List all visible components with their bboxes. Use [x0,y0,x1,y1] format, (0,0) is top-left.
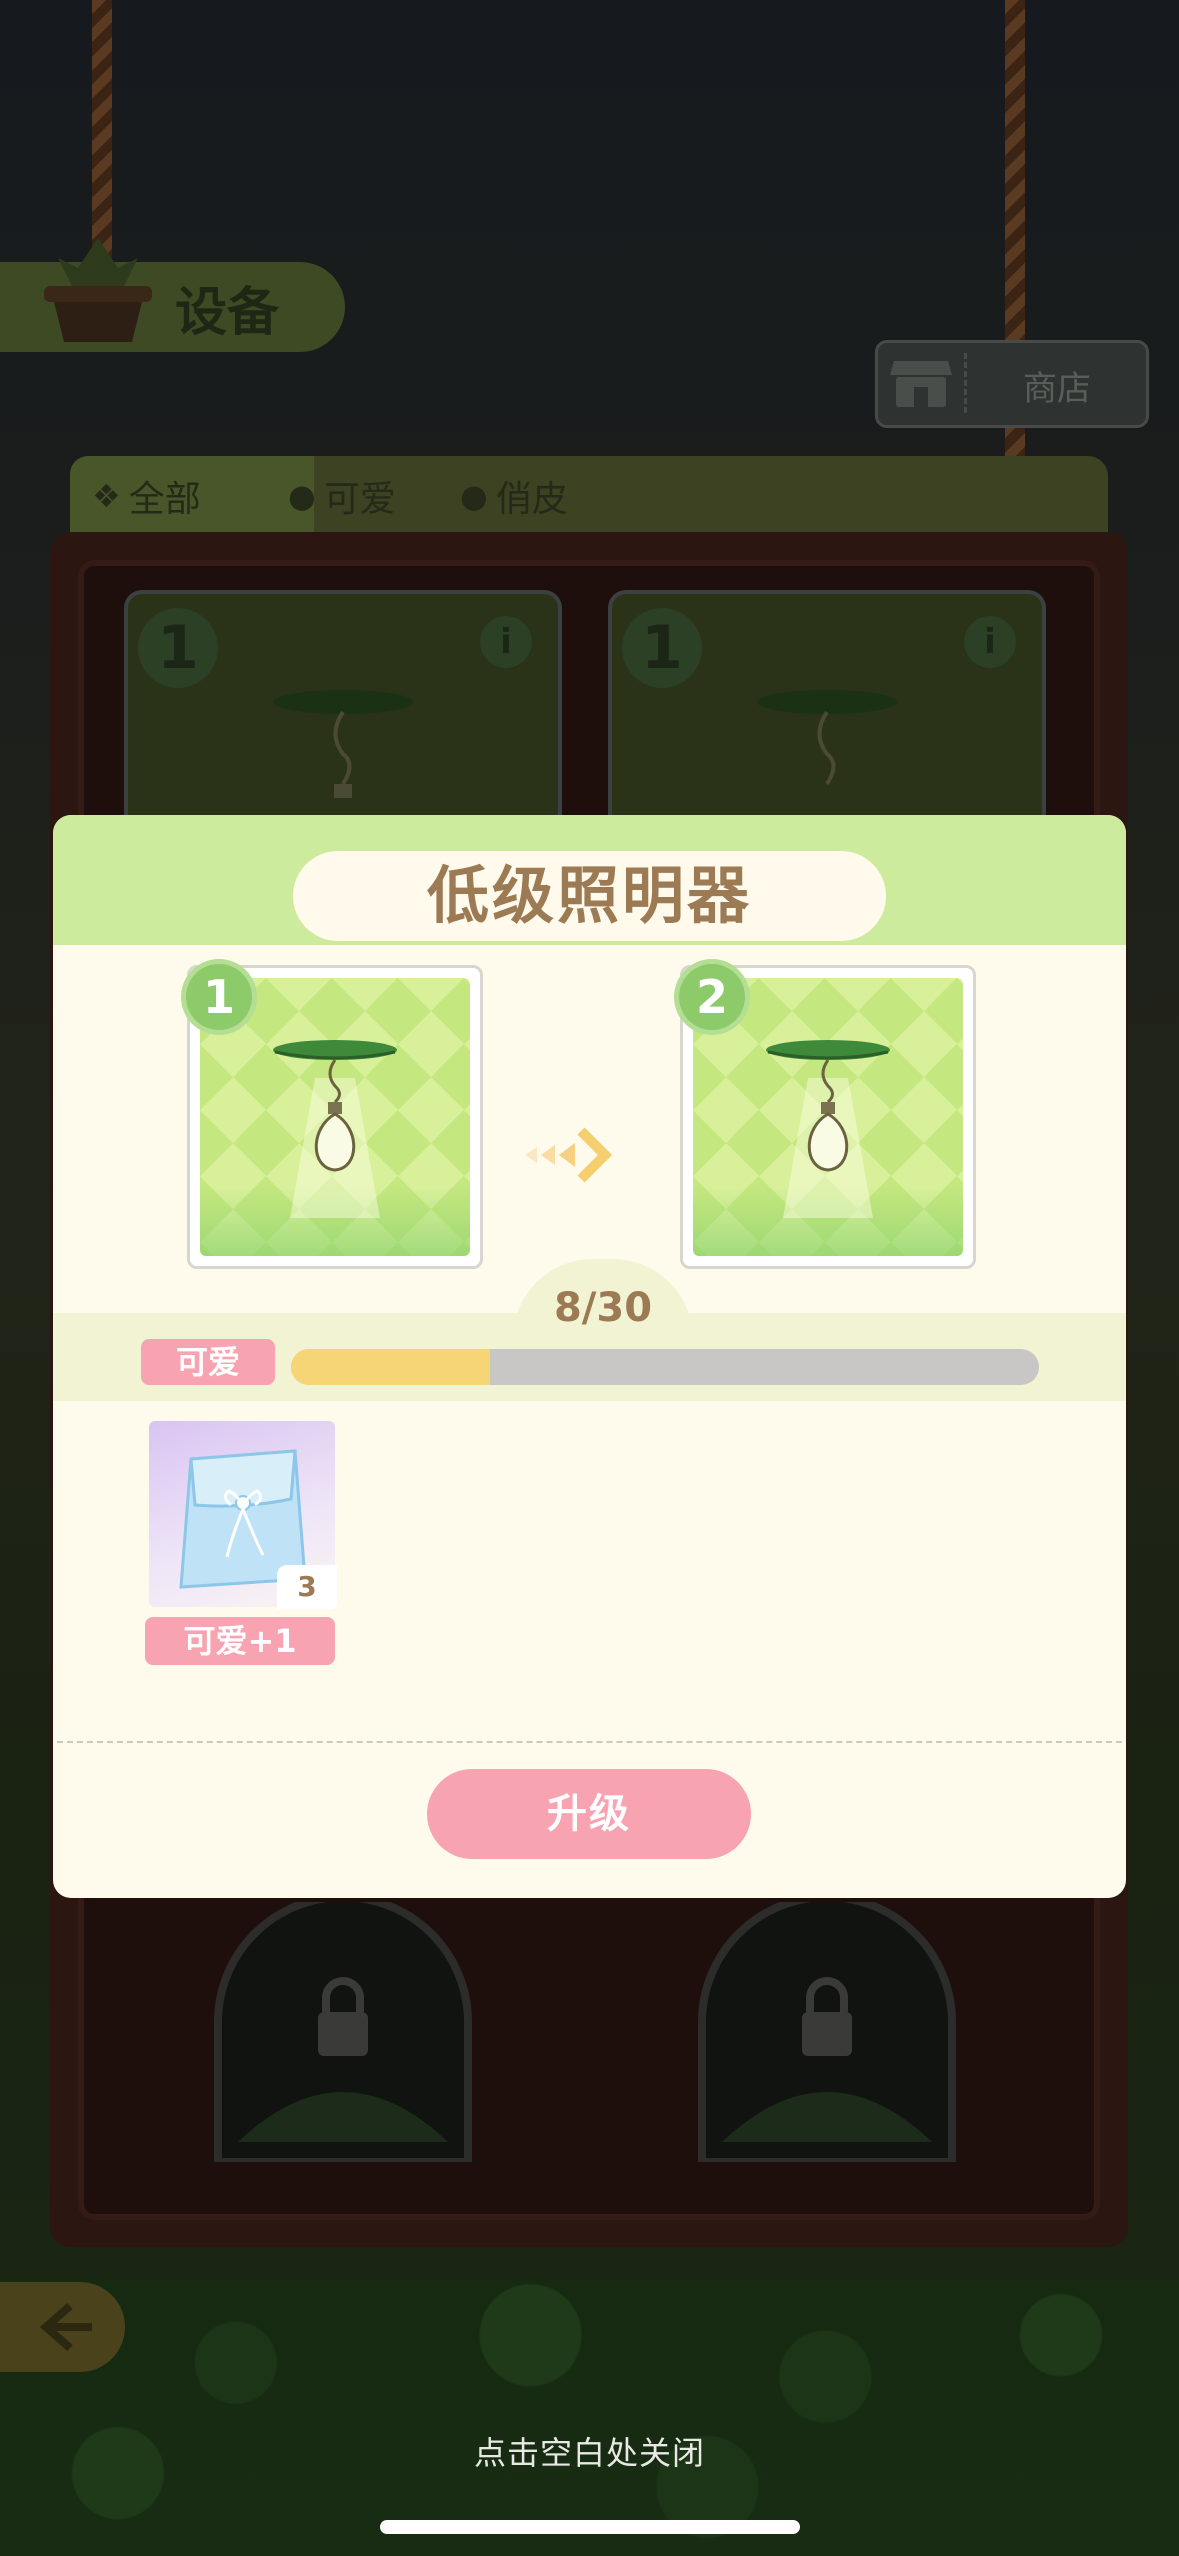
progress-text: 8/30 [553,1285,653,1331]
level-badge: 1 [622,608,702,688]
reward-item[interactable]: 3 [149,1421,337,1609]
current-level-card: 1 [186,964,483,1269]
locked-slot[interactable] [128,1902,558,2162]
shop-button[interactable]: 商店 [875,340,1149,428]
locked-slot[interactable] [612,1902,1042,2162]
reward-count: 3 [277,1565,337,1609]
level-badge: 1 [138,608,218,688]
shop-label: 商店 [1023,369,1091,409]
shop-divider [964,353,967,413]
arrow-right-icon [525,1127,613,1183]
dialog-title: 低级照明器 [426,859,752,932]
dialog-title-pill: 低级照明器 [293,851,886,941]
info-icon[interactable]: i [964,616,1016,668]
plant-pot-icon [44,238,152,342]
category-tabs: ❖ 全部 ● 可爱 ● 俏皮 [70,456,1108,536]
cherry-icon: ● [460,477,488,515]
next-level-card: 2 [679,964,976,1269]
tab-label: 全部 [128,479,201,520]
cherry-icon: ● [288,477,316,515]
light-bulb-icon [766,1040,890,1218]
divider [57,1741,1122,1743]
info-icon[interactable]: i [480,616,532,668]
back-button[interactable] [0,2282,125,2372]
reward-label: 可爱+1 [145,1617,335,1665]
progress-fill [291,1349,491,1385]
tab-cute[interactable]: ● 可爱 [268,456,468,536]
page-title: 设备 [175,283,280,343]
upgrade-button[interactable]: 升级 [427,1769,751,1859]
upgrade-dialog: 低级照明器 1 2 8/30 可爱 3 可爱+1 升级 [53,815,1126,1898]
tab-playful[interactable]: ● 俏皮 [440,456,640,536]
grid-icon: ❖ [92,477,121,515]
attribute-tag: 可爱 [141,1339,275,1385]
level-badge: 1 [186,964,252,1030]
lock-icon [802,2012,852,2056]
lock-icon [318,2012,368,2056]
close-hint: 点击空白处关闭 [473,2434,705,2472]
light-bulb-icon [273,1040,397,1218]
shop-icon [890,361,952,407]
tab-label: 俏皮 [495,479,568,520]
home-indicator[interactable] [380,2520,800,2534]
back-arrow-icon [40,2302,92,2352]
level-badge: 2 [679,964,745,1030]
tab-label: 可爱 [323,479,396,520]
progress-bar [291,1349,1039,1385]
foliage-decoration [0,2280,1179,2556]
